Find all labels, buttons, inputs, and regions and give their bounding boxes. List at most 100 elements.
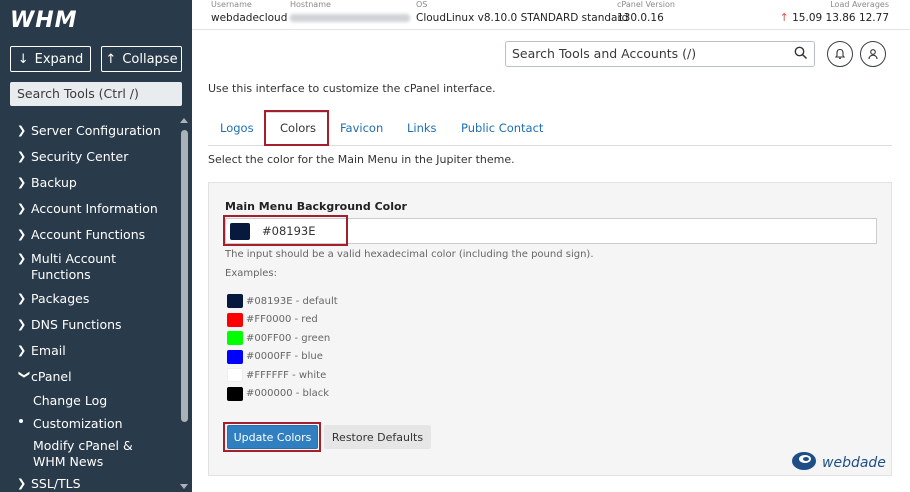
color-swatch xyxy=(227,368,243,383)
sidebar-search-input[interactable]: Search Tools (Ctrl /) xyxy=(10,82,182,106)
os-value: CloudLinux v8.10.0 STANDARD standard xyxy=(416,12,629,24)
chevron-right-icon: ❯ xyxy=(17,150,27,163)
sidebar-item-backup[interactable]: ❯ Backup xyxy=(0,168,178,194)
search-placeholder: Search Tools and Accounts (/) xyxy=(512,46,697,61)
sidebar-subitem-label: Customization xyxy=(33,416,123,431)
example-label: #000000 - black xyxy=(246,388,330,400)
username-info: Username webdadecloud xyxy=(211,0,287,26)
tab-public-contact[interactable]: Public Contact xyxy=(461,121,543,135)
tab-links[interactable]: Links xyxy=(407,121,437,135)
sidebar-subitem-label: Modify cPanel & WHM News xyxy=(33,438,133,469)
sidebar-item-label: Backup xyxy=(31,175,77,190)
chevron-right-icon: ❯ xyxy=(17,252,27,265)
load-1: 15.09 xyxy=(792,12,823,24)
sidebar-subitem-change-log[interactable]: Change Log xyxy=(0,390,178,413)
example-white: #FFFFFF - white xyxy=(227,366,338,385)
chevron-right-icon: ❯ xyxy=(17,344,27,357)
restore-defaults-button[interactable]: Restore Defaults xyxy=(324,425,431,449)
sidebar-nav: ❯ Server Configuration ❯ Security Center ❯… xyxy=(0,116,178,492)
sidebar-item-packages[interactable]: ❯ Packages xyxy=(0,288,178,314)
expand-button[interactable]: ↓ Expand xyxy=(10,46,91,72)
page-intro: Use this interface to customize the cPan… xyxy=(208,82,496,95)
examples-label: Examples: xyxy=(225,268,277,279)
sidebar-item-label: Account Functions xyxy=(31,227,146,242)
cpanel-version-info: cPanel Version 130.0.16 xyxy=(617,0,675,26)
notifications-button[interactable] xyxy=(827,41,853,67)
chevron-right-icon: ❯ xyxy=(17,124,27,137)
scroll-up-icon[interactable] xyxy=(180,118,188,123)
sidebar-item-server-configuration[interactable]: ❯ Server Configuration xyxy=(0,116,178,142)
arrow-up-icon: ↑ xyxy=(779,11,789,24)
webdade-watermark: webdade xyxy=(790,450,886,476)
webdade-watermark-text: webdade xyxy=(822,455,886,471)
collapse-label: Collapse xyxy=(122,51,178,67)
hostname-redacted xyxy=(290,14,410,22)
example-red: #FF0000 - red xyxy=(227,311,338,330)
load-3: 12.77 xyxy=(858,12,889,24)
example-blue: #0000FF - blue xyxy=(227,348,338,367)
whm-logo: WHM xyxy=(10,8,78,33)
highlight-color-input xyxy=(223,215,348,246)
chevron-right-icon: ❯ xyxy=(17,176,27,189)
tab-favicon[interactable]: Favicon xyxy=(340,121,383,135)
example-label: #00FF00 - green xyxy=(246,332,331,344)
scroll-down-icon[interactable] xyxy=(180,484,188,489)
field-label: Main Menu Background Color xyxy=(225,200,407,213)
sidebar-scroll-thumb[interactable] xyxy=(181,130,188,422)
tab-description: Select the color for the Main Menu in th… xyxy=(208,153,515,166)
load-averages-info: Load Averages ↑ 15.09 13.86 12.77 xyxy=(772,0,889,26)
sidebar-item-label: Security Center xyxy=(31,149,129,164)
sidebar-item-email[interactable]: ❯ Email xyxy=(0,340,178,366)
chevron-right-icon: ❯ xyxy=(17,202,27,215)
example-default: #08193E - default xyxy=(227,292,338,311)
chevron-right-icon: ❯ xyxy=(17,477,27,490)
example-green: #00FF00 - green xyxy=(227,329,338,348)
chevron-right-icon: ❯ xyxy=(17,318,27,331)
sidebar-item-multi-account-functions[interactable]: ❯ Multi Account Functions xyxy=(0,246,178,288)
sidebar-item-label: Packages xyxy=(31,291,90,306)
cpanel-version-value: 130.0.16 xyxy=(617,12,664,24)
os-info: OS CloudLinux v8.10.0 STANDARD standard xyxy=(416,0,628,26)
cpanel-version-key: cPanel Version xyxy=(617,0,675,9)
sidebar-item-account-information[interactable]: ❯ Account Information xyxy=(0,194,178,220)
sidebar-subitem-modify-cpanel-news[interactable]: Modify cPanel & WHM News xyxy=(0,436,178,476)
sidebar-item-label: SSL/TLS xyxy=(31,476,81,491)
sidebar-item-cpanel[interactable]: ❯ cPanel xyxy=(0,366,178,390)
load-2: 13.86 xyxy=(825,12,856,24)
arrow-up-icon: ↑ xyxy=(105,51,117,67)
search-icon[interactable] xyxy=(794,46,808,63)
sidebar-item-account-functions[interactable]: ❯ Account Functions xyxy=(0,220,178,246)
sidebar-item-ssl-tls[interactable]: ❯ SSL/TLS xyxy=(0,476,178,492)
chevron-down-icon: ❯ xyxy=(18,370,31,380)
example-black: #000000 - black xyxy=(227,385,338,404)
expand-label: Expand xyxy=(34,51,84,67)
example-label: #FF0000 - red xyxy=(246,314,318,326)
collapse-button[interactable]: ↑ Collapse xyxy=(101,46,182,72)
username-value: webdadecloud xyxy=(211,12,288,24)
webdade-logo-icon xyxy=(790,450,818,476)
hostname-key: Hostname xyxy=(290,0,331,9)
highlight-colors-tab xyxy=(264,110,329,146)
example-label: #FFFFFF - white xyxy=(246,369,327,381)
example-label: #08193E - default xyxy=(246,295,338,307)
sidebar: WHM ↓ Expand ↑ Collapse Search Tools (Ct… xyxy=(0,0,192,492)
tab-logos[interactable]: Logos xyxy=(220,121,254,135)
tools-accounts-search-input[interactable]: Search Tools and Accounts (/) xyxy=(505,41,815,67)
chevron-right-icon: ❯ xyxy=(17,292,27,305)
field-help-text: The input should be a valid hexadecimal … xyxy=(225,249,594,260)
sidebar-item-security-center[interactable]: ❯ Security Center xyxy=(0,142,178,168)
color-swatch xyxy=(227,349,243,364)
color-swatch xyxy=(227,331,243,346)
user-menu-button[interactable] xyxy=(860,41,886,67)
hostname-info: Hostname xyxy=(290,0,410,27)
sidebar-subitem-customization[interactable]: Customization xyxy=(0,413,178,436)
example-label: #0000FF - blue xyxy=(246,351,323,363)
active-dot-icon xyxy=(19,419,23,423)
sidebar-item-dns-functions[interactable]: ❯ DNS Functions xyxy=(0,314,178,340)
user-icon xyxy=(867,45,879,64)
load-averages-key: Load Averages xyxy=(830,0,889,9)
os-key: OS xyxy=(416,0,428,9)
sidebar-item-label: Account Information xyxy=(31,201,158,216)
color-swatch xyxy=(227,386,243,401)
sidebar-item-label: Server Configuration xyxy=(31,123,161,138)
